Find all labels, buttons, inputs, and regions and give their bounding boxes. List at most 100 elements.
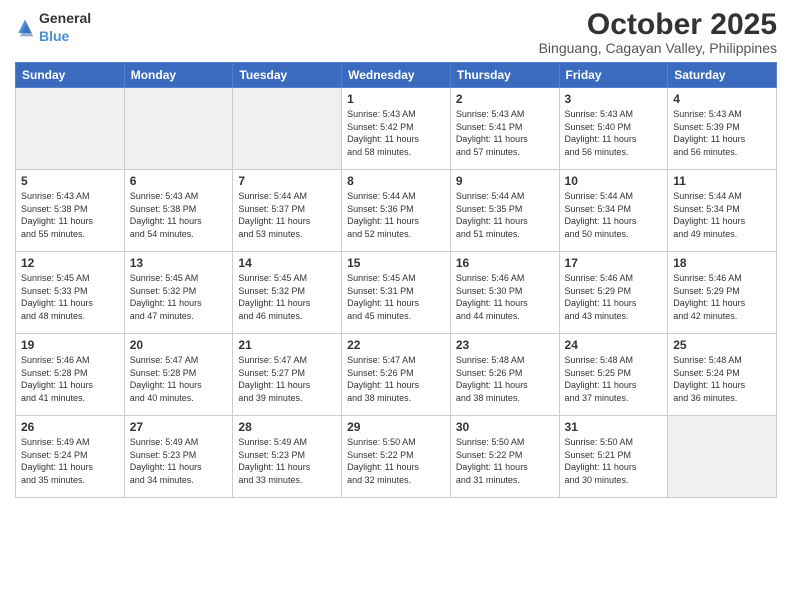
day-info: Sunrise: 5:45 AM Sunset: 5:32 PM Dayligh… [130, 272, 228, 322]
day-cell: 21 Sunrise: 5:47 AM Sunset: 5:27 PM Dayli… [233, 334, 342, 416]
page: General Blue October 2025 Binguang, Caga… [0, 0, 792, 612]
day-cell: 9Sunrise: 5:44 AM Sunset: 5:35 PM Daylig… [450, 170, 559, 252]
day-number: 7 [238, 174, 336, 188]
day-info: Sunrise: 5:43 AM Sunset: 5:38 PM Dayligh… [21, 190, 119, 240]
day-cell: 28 Sunrise: 5:49 AM Sunset: 5:23 PM Dayli… [233, 416, 342, 498]
day-info: Sunrise: 5:46 AM Sunset: 5:29 PM Dayligh… [673, 272, 771, 322]
day-number: 22 [347, 338, 445, 352]
day-cell: 23 Sunrise: 5:48 AM Sunset: 5:26 PM Dayli… [450, 334, 559, 416]
location-subtitle: Binguang, Cagayan Valley, Philippines [539, 40, 777, 56]
day-cell: 30Sunrise: 5:50 AM Sunset: 5:22 PM Dayli… [450, 416, 559, 498]
day-number: 1 [347, 92, 445, 106]
logo-text: General Blue [39, 10, 91, 46]
day-number: 13 [130, 256, 228, 270]
col-wednesday: Wednesday [342, 63, 451, 88]
logo-general: General [39, 10, 91, 26]
day-cell: 31 Sunrise: 5:50 AM Sunset: 5:21 PM Dayli… [559, 416, 668, 498]
day-number: 21 [238, 338, 336, 352]
col-tuesday: Tuesday [233, 63, 342, 88]
week-row-2: 5 Sunrise: 5:43 AM Sunset: 5:38 PM Daylig… [16, 170, 777, 252]
logo-blue: Blue [39, 28, 69, 44]
day-cell: 1 Sunrise: 5:43 AM Sunset: 5:42 PM Daylig… [342, 88, 451, 170]
week-row-3: 12 Sunrise: 5:45 AM Sunset: 5:33 PM Dayli… [16, 252, 777, 334]
week-row-5: 26Sunrise: 5:49 AM Sunset: 5:24 PM Dayli… [16, 416, 777, 498]
day-cell: 16Sunrise: 5:46 AM Sunset: 5:30 PM Dayli… [450, 252, 559, 334]
day-number: 29 [347, 420, 445, 434]
day-cell: 4 Sunrise: 5:43 AM Sunset: 5:39 PM Daylig… [668, 88, 777, 170]
day-number: 5 [21, 174, 119, 188]
day-number: 24 [565, 338, 663, 352]
day-cell: 14Sunrise: 5:45 AM Sunset: 5:32 PM Dayli… [233, 252, 342, 334]
day-cell: 29 Sunrise: 5:50 AM Sunset: 5:22 PM Dayli… [342, 416, 451, 498]
day-cell: 25Sunrise: 5:48 AM Sunset: 5:24 PM Dayli… [668, 334, 777, 416]
day-cell: 26Sunrise: 5:49 AM Sunset: 5:24 PM Dayli… [16, 416, 125, 498]
day-number: 17 [565, 256, 663, 270]
logo-icon [15, 18, 35, 38]
day-number: 12 [21, 256, 119, 270]
day-info: Sunrise: 5:43 AM Sunset: 5:38 PM Dayligh… [130, 190, 228, 240]
header: General Blue October 2025 Binguang, Caga… [15, 10, 777, 56]
day-number: 19 [21, 338, 119, 352]
header-row: Sunday Monday Tuesday Wednesday Thursday… [16, 63, 777, 88]
day-cell: 11 Sunrise: 5:44 AM Sunset: 5:34 PM Dayli… [668, 170, 777, 252]
day-cell: 15 Sunrise: 5:45 AM Sunset: 5:31 PM Dayli… [342, 252, 451, 334]
day-info: Sunrise: 5:44 AM Sunset: 5:34 PM Dayligh… [565, 190, 663, 240]
day-info: Sunrise: 5:45 AM Sunset: 5:31 PM Dayligh… [347, 272, 445, 322]
day-info: Sunrise: 5:44 AM Sunset: 5:37 PM Dayligh… [238, 190, 336, 240]
day-number: 4 [673, 92, 771, 106]
day-info: Sunrise: 5:49 AM Sunset: 5:23 PM Dayligh… [130, 436, 228, 486]
day-info: Sunrise: 5:48 AM Sunset: 5:25 PM Dayligh… [565, 354, 663, 404]
day-cell: 7 Sunrise: 5:44 AM Sunset: 5:37 PM Daylig… [233, 170, 342, 252]
day-info: Sunrise: 5:45 AM Sunset: 5:33 PM Dayligh… [21, 272, 119, 322]
day-number: 23 [456, 338, 554, 352]
day-number: 27 [130, 420, 228, 434]
day-number: 8 [347, 174, 445, 188]
day-cell: 20 Sunrise: 5:47 AM Sunset: 5:28 PM Dayli… [124, 334, 233, 416]
day-info: Sunrise: 5:48 AM Sunset: 5:26 PM Dayligh… [456, 354, 554, 404]
day-cell [668, 416, 777, 498]
day-number: 16 [456, 256, 554, 270]
day-info: Sunrise: 5:47 AM Sunset: 5:28 PM Dayligh… [130, 354, 228, 404]
col-monday: Monday [124, 63, 233, 88]
day-info: Sunrise: 5:50 AM Sunset: 5:21 PM Dayligh… [565, 436, 663, 486]
day-info: Sunrise: 5:47 AM Sunset: 5:27 PM Dayligh… [238, 354, 336, 404]
day-info: Sunrise: 5:43 AM Sunset: 5:40 PM Dayligh… [565, 108, 663, 158]
day-info: Sunrise: 5:50 AM Sunset: 5:22 PM Dayligh… [347, 436, 445, 486]
day-info: Sunrise: 5:46 AM Sunset: 5:28 PM Dayligh… [21, 354, 119, 404]
day-number: 2 [456, 92, 554, 106]
day-cell: 3Sunrise: 5:43 AM Sunset: 5:40 PM Daylig… [559, 88, 668, 170]
day-cell: 27 Sunrise: 5:49 AM Sunset: 5:23 PM Dayli… [124, 416, 233, 498]
day-info: Sunrise: 5:44 AM Sunset: 5:36 PM Dayligh… [347, 190, 445, 240]
day-number: 28 [238, 420, 336, 434]
day-cell: 18Sunrise: 5:46 AM Sunset: 5:29 PM Dayli… [668, 252, 777, 334]
day-number: 26 [21, 420, 119, 434]
day-cell: 12 Sunrise: 5:45 AM Sunset: 5:33 PM Dayli… [16, 252, 125, 334]
day-cell: 6Sunrise: 5:43 AM Sunset: 5:38 PM Daylig… [124, 170, 233, 252]
day-number: 11 [673, 174, 771, 188]
day-info: Sunrise: 5:44 AM Sunset: 5:35 PM Dayligh… [456, 190, 554, 240]
day-cell: 24 Sunrise: 5:48 AM Sunset: 5:25 PM Dayli… [559, 334, 668, 416]
col-friday: Friday [559, 63, 668, 88]
day-cell: 10Sunrise: 5:44 AM Sunset: 5:34 PM Dayli… [559, 170, 668, 252]
day-cell [16, 88, 125, 170]
day-cell: 19 Sunrise: 5:46 AM Sunset: 5:28 PM Dayli… [16, 334, 125, 416]
day-info: Sunrise: 5:43 AM Sunset: 5:39 PM Dayligh… [673, 108, 771, 158]
month-title: October 2025 [539, 10, 777, 40]
day-number: 15 [347, 256, 445, 270]
day-cell: 17 Sunrise: 5:46 AM Sunset: 5:29 PM Dayli… [559, 252, 668, 334]
day-info: Sunrise: 5:50 AM Sunset: 5:22 PM Dayligh… [456, 436, 554, 486]
day-info: Sunrise: 5:46 AM Sunset: 5:29 PM Dayligh… [565, 272, 663, 322]
day-number: 31 [565, 420, 663, 434]
day-info: Sunrise: 5:43 AM Sunset: 5:42 PM Dayligh… [347, 108, 445, 158]
logo: General Blue [15, 10, 91, 46]
day-info: Sunrise: 5:49 AM Sunset: 5:23 PM Dayligh… [238, 436, 336, 486]
col-thursday: Thursday [450, 63, 559, 88]
week-row-1: 1 Sunrise: 5:43 AM Sunset: 5:42 PM Daylig… [16, 88, 777, 170]
day-number: 20 [130, 338, 228, 352]
day-info: Sunrise: 5:43 AM Sunset: 5:41 PM Dayligh… [456, 108, 554, 158]
day-number: 25 [673, 338, 771, 352]
day-info: Sunrise: 5:47 AM Sunset: 5:26 PM Dayligh… [347, 354, 445, 404]
day-info: Sunrise: 5:44 AM Sunset: 5:34 PM Dayligh… [673, 190, 771, 240]
day-cell: 8 Sunrise: 5:44 AM Sunset: 5:36 PM Daylig… [342, 170, 451, 252]
day-cell: 22 Sunrise: 5:47 AM Sunset: 5:26 PM Dayli… [342, 334, 451, 416]
